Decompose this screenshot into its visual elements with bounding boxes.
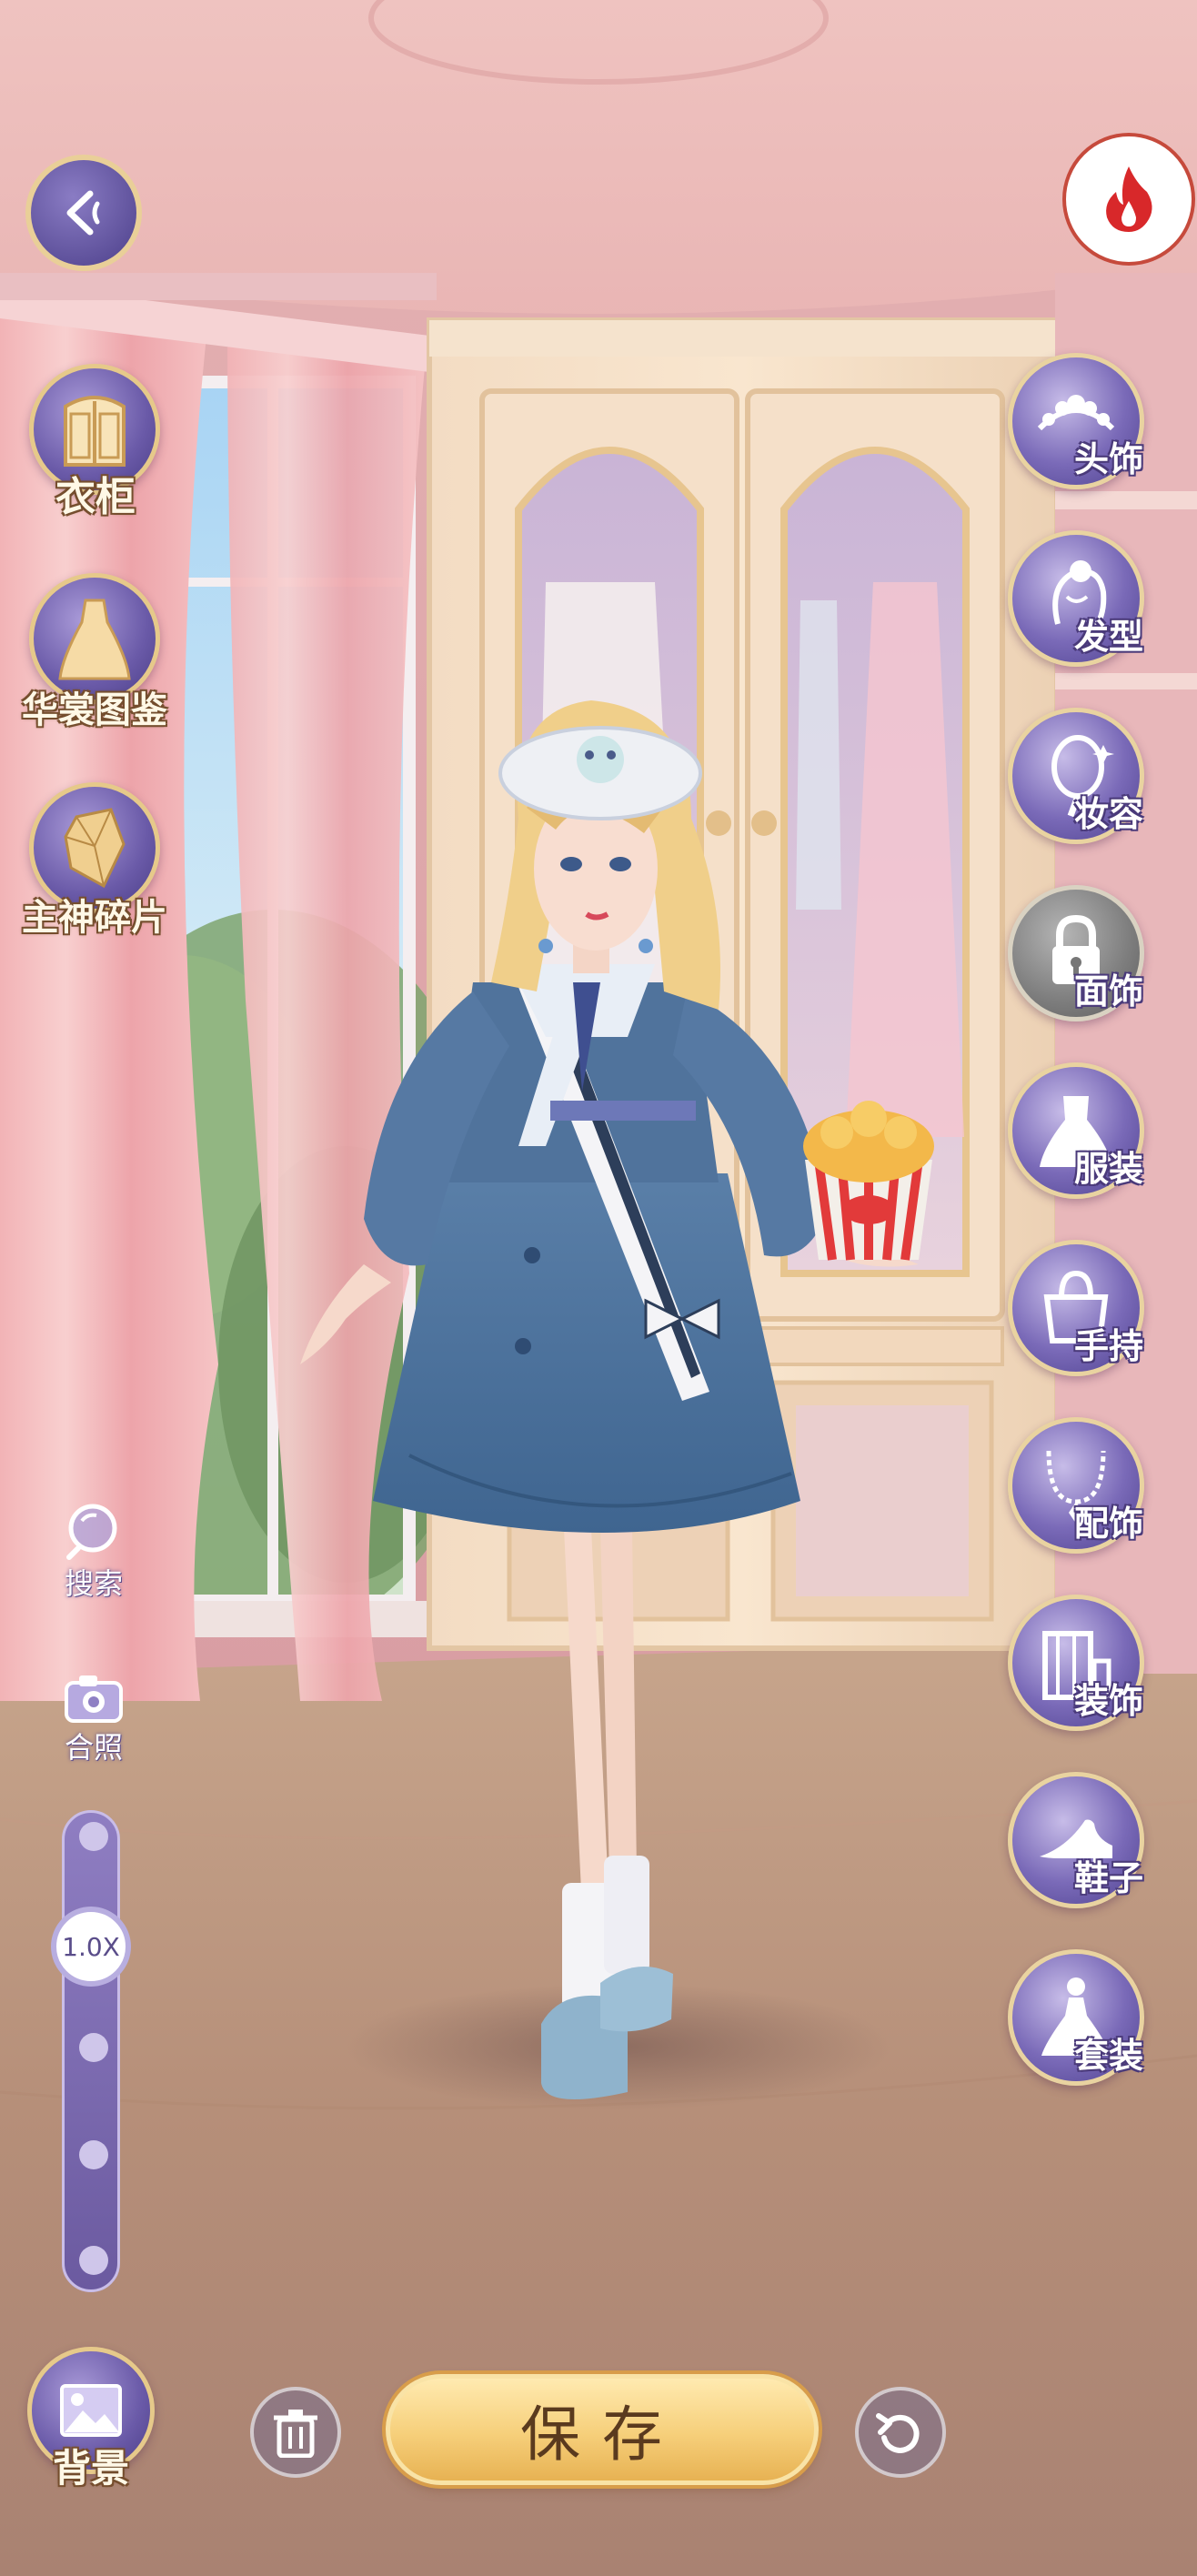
zoom-step-dot[interactable] [79,2140,108,2169]
god-fragments-label: 主神碎片 [22,896,167,939]
undo-icon [876,2413,920,2453]
gown-icon [58,599,131,680]
popcorn-bucket-image [803,1101,934,1261]
search-label: 搜索 [64,1566,123,1601]
category-decoration[interactable]: 装饰 [1008,1595,1144,1731]
category-shoes[interactable]: 鞋子 [1008,1772,1144,1908]
category-label: 头饰 [1073,438,1143,479]
zoom-step-dot[interactable] [79,2246,108,2275]
picture-icon [60,2384,122,2437]
search-button[interactable]: 搜索 [53,1501,135,1603]
category-clothing[interactable]: 服装 [1008,1062,1144,1199]
undo-button[interactable] [855,2387,946,2478]
crystal-fragment-icon [64,808,126,889]
zoom-level-knob[interactable]: 1.0X [51,1907,131,1987]
search-icon [66,1504,117,1560]
flame-icon [1106,166,1152,232]
category-label: 服装 [1073,1148,1143,1189]
hot-event-button[interactable] [1062,133,1195,266]
save-button-label: 保存 [520,2400,684,2470]
category-label: 发型 [1073,616,1143,657]
category-label: 手持 [1073,1325,1143,1366]
outfit-catalog-label: 华裳图鉴 [22,689,167,731]
category-hairstyle[interactable]: 发型 [1008,530,1144,667]
group-photo-button[interactable]: 合照 [53,1670,135,1766]
category-makeup[interactable]: 妆容 [1008,708,1144,844]
wardrobe-label: 衣柜 [55,474,136,520]
category-outfit-set[interactable]: 套装 [1008,1949,1144,2086]
back-arrow-icon [66,190,100,236]
save-button[interactable]: 保存 [386,2374,819,2485]
zoom-step-dot[interactable] [79,1822,108,1851]
category-headpiece[interactable]: 头饰 [1008,353,1144,489]
category-label: 配饰 [1073,1503,1143,1544]
background-label: 背景 [52,2446,129,2490]
camera-icon [65,1675,123,1723]
zoom-step-dot[interactable] [79,2033,108,2062]
category-handheld[interactable]: 手持 [1008,1240,1144,1376]
wardrobe-icon [64,396,126,467]
zoom-slider[interactable] [62,1810,120,2292]
trash-icon [274,2410,317,2458]
category-accessory[interactable]: 配饰 [1008,1417,1144,1554]
group-photo-label: 合照 [64,1730,123,1765]
category-label: 套装 [1073,2035,1143,2076]
category-label: 鞋子 [1073,1857,1143,1898]
back-button[interactable] [25,155,142,271]
category-face-accessory[interactable]: 面饰 [1008,885,1144,1021]
category-label: 妆容 [1073,793,1143,834]
category-label: 装饰 [1073,1680,1143,1721]
category-label: 面饰 [1073,971,1143,1011]
zoom-level-label: 1.0X [62,1931,120,1962]
clear-outfit-button[interactable] [250,2387,341,2478]
